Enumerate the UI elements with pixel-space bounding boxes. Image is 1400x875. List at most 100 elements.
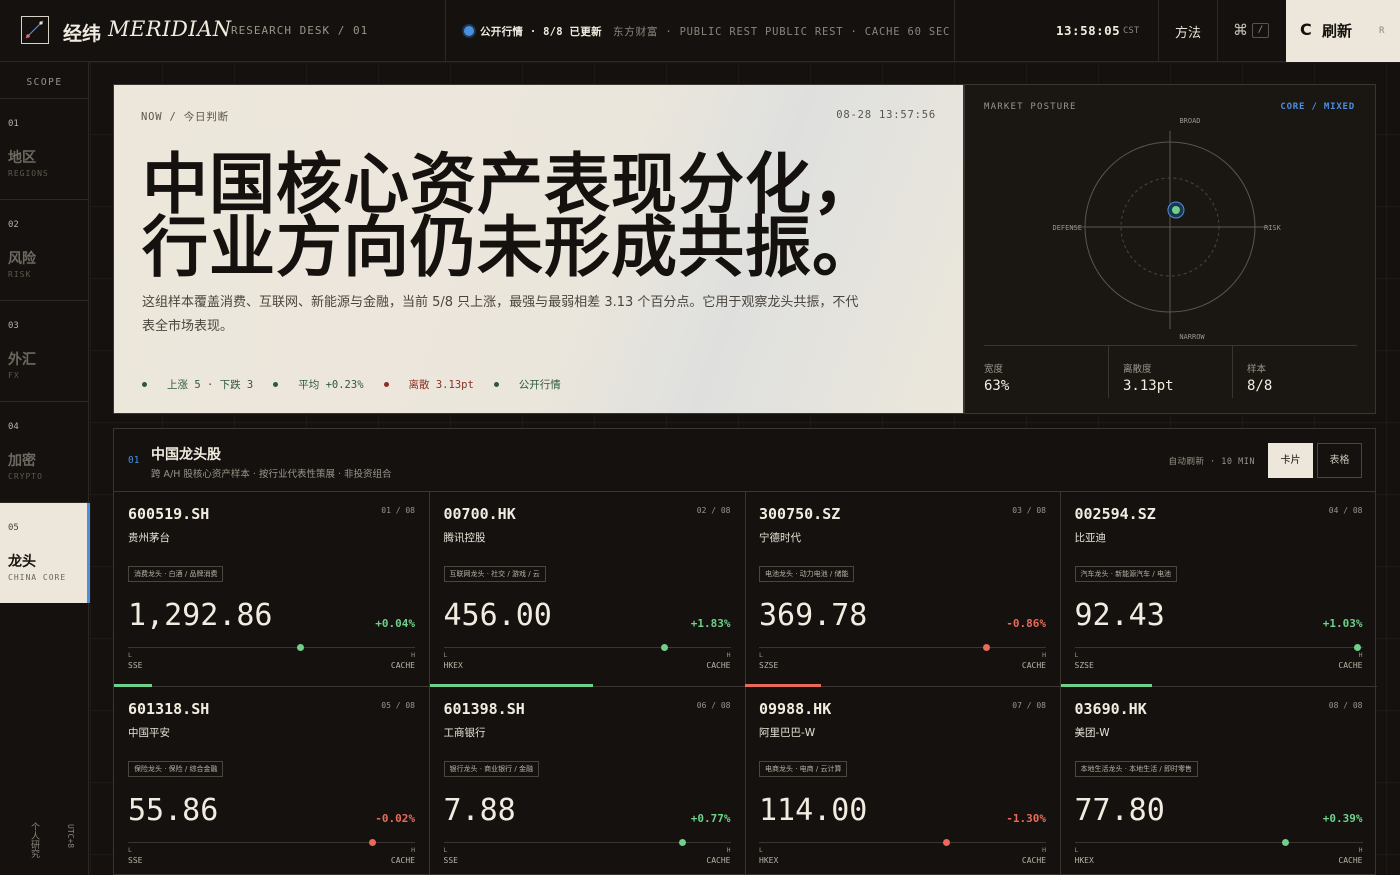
stock-card[interactable]: 300750.SZ 03 / 08 宁德时代 电池龙头 · 动力电池 / 储能 369.… [745, 492, 1061, 687]
posture-stat: 宽度 63% [984, 346, 1108, 398]
stock-card[interactable]: 600519.SH 01 / 08 贵州茅台 消费龙头 · 白酒 / 品牌消费 1,29… [114, 492, 430, 687]
posture-stat-value: 8/8 [1247, 378, 1273, 394]
hero-panel: NOW / 今日判断 08-28 13:57:56 中国核心资产表现分化， 行业… [113, 84, 964, 414]
hero-tag-text: 离散 3.13pt [408, 379, 474, 391]
divider [1217, 0, 1218, 62]
sidebar-item-risk[interactable]: 02 风险 RISK [0, 199, 89, 300]
day-range-track [443, 839, 731, 846]
range-high-label: H [1042, 651, 1046, 659]
stock-name: 腾讯控股 [443, 532, 486, 544]
logo-wordmark: MERIDIAN [108, 17, 232, 41]
stock-change: +0.04% [375, 617, 415, 630]
section-title: 中国龙头股 [151, 447, 221, 463]
logo-cn: 经纬 [63, 23, 102, 45]
stock-name: 宁德时代 [759, 532, 801, 544]
stock-card[interactable]: 00700.HK 02 / 08 腾讯控股 互联网龙头 · 社交 / 游戏 / 云 45… [429, 492, 746, 687]
sidebar-item-sublabel: CRYPTO [8, 472, 43, 481]
headline: 中国核心资产表现分化， 行业方向仍未形成共振。 [142, 145, 942, 280]
day-range-marker [661, 644, 669, 651]
hero-tag-text: 上涨 5 · 下跌 3 [167, 379, 254, 391]
section-subtitle: 跨 A/H 股核心资产样本 · 按行业代表性策展 · 非投资组合 [151, 469, 392, 480]
hero-tag: 离散 3.13pt [383, 379, 474, 391]
stock-change: +0.39% [1322, 812, 1363, 825]
posture-compass: BROAD NARROW DEFENSE RISK [1052, 117, 1281, 341]
stock-change: +1.03% [1322, 617, 1363, 630]
stock-cache-label: CACHE [390, 661, 415, 670]
clock: 13:58:05 [1056, 23, 1121, 38]
stock-code: 03690.HK [1074, 700, 1147, 718]
sidebar-item-number: 01 [8, 119, 19, 129]
refresh-button[interactable]: C 刷新 R [1286, 0, 1400, 62]
stock-exchange: HKEX [443, 661, 463, 670]
stock-card[interactable]: 03690.HK 08 / 08 美团-W 本地生活龙头 · 本地生活 / 即时零售 7… [1061, 687, 1377, 875]
day-range-marker [297, 644, 305, 651]
headline-line-1: 中国核心资产表现分化， [142, 145, 879, 223]
live-status-icon [464, 26, 474, 36]
sidebar-item-china-core[interactable]: 05 龙头 CHINA CORE [0, 502, 90, 603]
range-low-label: L [128, 846, 132, 854]
stock-cache-label: CACHE [1338, 856, 1363, 865]
stock-card[interactable]: 09988.HK 07 / 08 阿里巴巴-W 电商龙头 · 电商 / 云计算 114.… [745, 687, 1061, 875]
posture-stat-value: 3.13pt [1123, 378, 1174, 394]
range-low-label: L [443, 846, 448, 854]
stock-exchange: SZSE [1074, 661, 1094, 670]
stock-tags: 电商龙头 · 电商 / 云计算 [759, 761, 848, 777]
stock-index: 06 / 08 [696, 701, 731, 710]
stock-price: 77.80 [1074, 793, 1165, 828]
stock-code: 09988.HK [759, 700, 832, 718]
sidebar-item-crypto[interactable]: 04 加密 CRYPTO [0, 401, 89, 502]
range-high-label: H [726, 651, 731, 659]
stock-name: 中国平安 [128, 727, 170, 739]
stock-tags: 互联网龙头 · 社交 / 游戏 / 云 [443, 566, 546, 582]
sidebar-item-number: 04 [8, 422, 19, 432]
posture-mode: CORE / MIXED [1280, 102, 1355, 112]
stock-card[interactable]: 601318.SH 05 / 08 中国平安 保险龙头 · 保险 / 综合金融 55.8… [114, 687, 430, 875]
stock-exchange: SZSE [759, 661, 779, 670]
stock-cache-label: CACHE [706, 856, 731, 865]
day-range-marker [1353, 644, 1361, 651]
day-range-marker [678, 839, 686, 846]
sidebar-item-fx[interactable]: 03 外汇 FX [0, 300, 89, 401]
hero-tag: 上涨 5 · 下跌 3 [142, 379, 253, 391]
stock-name: 比亚迪 [1074, 532, 1107, 544]
stock-exchange: SSE [443, 856, 458, 865]
sidebar-item-label: 地区 [8, 150, 36, 166]
sidebar-item-number: 02 [8, 220, 19, 230]
hero-tag: 平均 +0.23% [273, 379, 364, 391]
tag-dot-icon [273, 381, 279, 387]
view-toggle-table[interactable]: 表格 [1317, 443, 1362, 478]
stock-code: 300750.SZ [759, 505, 841, 523]
stock-card[interactable]: 002594.SZ 04 / 08 比亚迪 汽车龙头 · 新能源汽车 / 电池 92.4… [1060, 492, 1377, 687]
sidebar-item-regions[interactable]: 01 地区 REGIONS [0, 98, 89, 199]
day-range-marker [942, 839, 950, 846]
tag-dot-icon [383, 381, 389, 387]
stock-index: 01 / 08 [381, 506, 415, 515]
stock-index: 07 / 08 [1012, 701, 1046, 710]
day-range-track [759, 644, 1046, 651]
section-header: 01 中国龙头股 跨 A/H 股核心资产样本 · 按行业代表性策展 · 非投资组… [114, 429, 1375, 492]
view-toggle-card[interactable]: 卡片 [1268, 443, 1313, 478]
stock-price: 1,292.86 [128, 598, 273, 633]
method-button[interactable]: 方法 [1175, 22, 1201, 41]
desk-label: RESEARCH DESK / 01 [231, 24, 369, 37]
stock-change: -0.86% [1006, 617, 1046, 630]
stock-code: 601318.SH [128, 700, 210, 718]
logo-icon [21, 16, 49, 44]
stock-price: 369.78 [759, 598, 868, 633]
stock-index: 08 / 08 [1328, 701, 1363, 710]
stock-name: 美团-W [1074, 727, 1110, 739]
stock-card[interactable]: 601398.SH 06 / 08 工商银行 银行龙头 · 商业银行 / 金融 7.88… [430, 687, 746, 875]
command-icon[interactable]: ⌘ [1233, 21, 1248, 39]
sidebar-item-number: 03 [8, 321, 19, 331]
range-high-label: H [411, 846, 415, 854]
stock-price: 55.86 [128, 793, 219, 828]
hero-tag-text: 公开行情 [518, 379, 561, 391]
posture-stat: 样本 8/8 [1232, 346, 1356, 398]
sidebar-item-label: 外汇 [8, 352, 36, 368]
range-low-label: L [443, 651, 448, 659]
stock-price: 114.00 [759, 793, 868, 828]
range-high-label: H [726, 846, 731, 854]
axis-label-top: BROAD [1179, 117, 1200, 125]
update-status: 公开行情 · 8/8 已更新 [480, 26, 602, 38]
day-range-track [1074, 839, 1363, 846]
